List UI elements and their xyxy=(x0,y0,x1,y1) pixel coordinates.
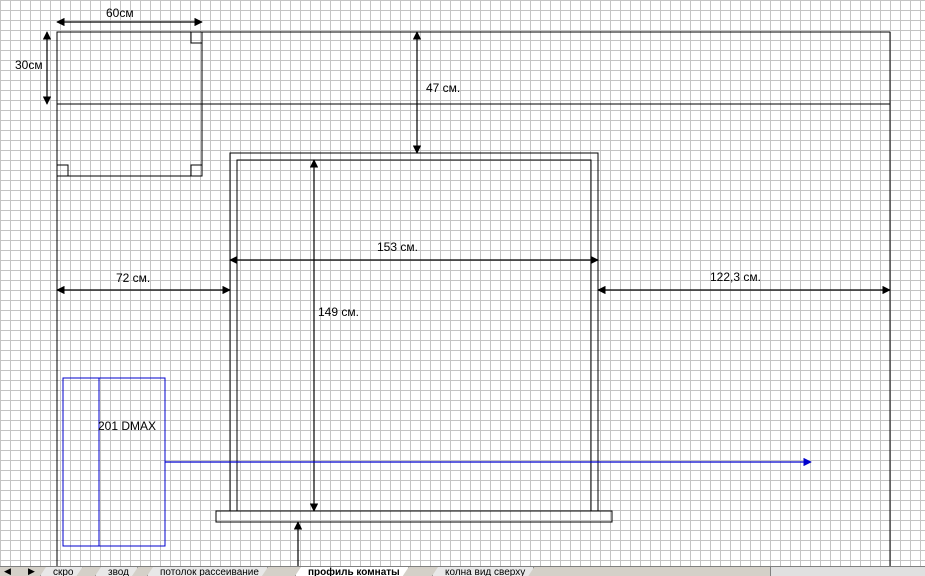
label-left-gap: 72 см. xyxy=(116,271,150,285)
label-right-gap: 122,3 см. xyxy=(710,270,761,284)
frame xyxy=(215,152,613,523)
label-gap-top: 47 см. xyxy=(426,81,460,95)
label-box-width: 60см xyxy=(106,6,134,20)
room-profile-drawing: 60см 30см 47 см. 72 см. 153 см. 122,3 см… xyxy=(15,6,891,566)
label-device: 201 DMAX xyxy=(98,419,156,433)
room-outline xyxy=(56,31,891,566)
frame-sill xyxy=(215,510,613,523)
label-frame-height: 149 см. xyxy=(318,305,359,319)
label-box-height: 30см xyxy=(15,58,43,72)
device-201-dmax xyxy=(62,377,812,547)
label-frame-width: 153 см. xyxy=(377,240,418,254)
